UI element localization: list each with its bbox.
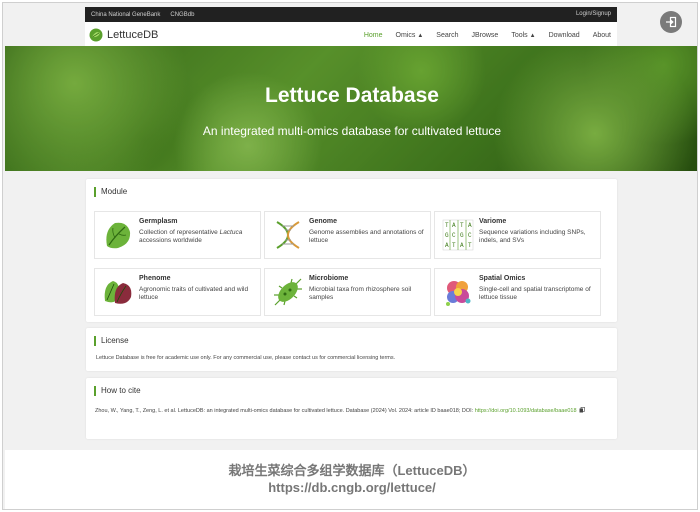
license-heading: License [94,336,129,346]
module-title: Spatial Omics [479,275,526,282]
citation-body: Zhou, W., Yang, T., Zeng, L. et al. Lett… [95,408,475,414]
copy-icon[interactable] [579,407,585,413]
base-letter: A [468,222,472,229]
top-strip: China National GeneBank CNGBdb Login/Sig… [85,7,617,22]
module-spatial-omics[interactable]: Spatial Omics Single-cell and spatial tr… [434,268,601,316]
module-card: Module Germplasm Collection of represent… [86,179,617,322]
module-title: Germplasm [139,218,178,225]
dna-icon [276,221,300,249]
navbar: LettuceDB Home Omics ▲ Search JBrowse To… [85,22,617,48]
module-desc: Sequence variations including SNPs, inde… [479,229,586,244]
main-nav: Home Omics ▲ Search JBrowse Tools ▲ Down… [364,22,611,48]
module-title: Variome [479,218,507,225]
hero-overlay [5,46,697,171]
lettuce-logo-icon [89,28,103,42]
nav-tools[interactable]: Tools ▲ [511,32,535,39]
caption-chinese-title: 栽培生菜综合多组学数据库（LettuceDB） [228,463,476,478]
base-letter: T [452,242,456,249]
module-desc-pre: Collection of representative [139,229,220,236]
page-frame: China National GeneBank CNGBdb Login/Sig… [2,2,698,510]
base-letter: A [445,242,449,249]
nav-tools-label: Tools [511,31,528,39]
sequence-alignment-icon: T A T A G C G C A T A T [442,219,474,251]
module-genome[interactable]: Genome Genome assemblies and annotations… [264,211,431,259]
exit-button[interactable] [660,11,682,33]
link-cngb[interactable]: China National GeneBank [91,12,160,18]
base-letter: G [460,232,464,239]
base-letter: T [468,242,472,249]
module-heading: Module [94,187,127,197]
module-phenome[interactable]: Phenome Agronomic traits of cultivated a… [94,268,261,316]
base-letter: G [445,232,449,239]
lettuce-variety-icon [104,281,132,304]
module-title: Microbiome [309,275,349,282]
base-letter: C [468,232,472,239]
nav-download[interactable]: Download [549,32,580,39]
caption-url: https://db.cngb.org/lettuce/ [268,480,436,495]
lettuce-leaf-icon [106,222,131,249]
exit-icon [666,16,677,28]
module-variome[interactable]: T A T A G C G C A T A T Variome Sequence… [434,211,601,259]
cite-card: How to cite Zhou, W., Yang, T., Zeng, L.… [86,378,617,439]
base-letter: T [460,222,464,229]
brand-name: LettuceDB [107,29,159,41]
citation-text: Zhou, W., Yang, T., Zeng, L. et al. Lett… [95,406,610,416]
base-letter: A [460,242,464,249]
module-title: Phenome [139,275,171,282]
nav-about[interactable]: About [593,32,611,39]
microbe-icon [274,278,302,306]
nav-home[interactable]: Home [364,32,383,39]
module-desc: Agronomic traits of cultivated and wild … [139,286,249,301]
module-desc: Microbial taxa from rhizosphere soil sam… [309,286,412,301]
module-desc-italic: Lactuca [219,229,243,236]
nav-omics-label: Omics [395,31,416,39]
hero-banner: Lettuce Database An integrated multi-omi… [5,46,697,171]
base-letter: C [452,232,456,239]
module-desc: Collection of representative Lactuca acc… [139,229,259,245]
license-card: License Lettuce Database is free for aca… [86,328,617,371]
chevron-up-icon: ▲ [529,32,536,39]
module-title: Genome [309,218,338,225]
caption-panel: 栽培生菜综合多组学数据库（LettuceDB） https://db.cngb.… [5,450,697,509]
nav-omics[interactable]: Omics ▲ [396,32,424,39]
chevron-up-icon: ▲ [417,32,424,39]
license-text: Lettuce Database is free for academic us… [96,355,396,361]
spatial-cluster-icon [446,281,471,306]
cite-heading: How to cite [94,386,141,396]
module-microbiome[interactable]: Microbiome Microbial taxa from rhizosphe… [264,268,431,316]
hero-title: Lettuce Database [265,84,439,107]
module-germplasm[interactable]: Germplasm Collection of representative L… [94,211,261,259]
login-signup-link[interactable]: Login/Signup [576,7,611,22]
nav-search[interactable]: Search [436,32,458,39]
base-letter: T [445,222,449,229]
module-desc: Single-cell and spatial transcriptome of… [479,286,591,301]
doi-link[interactable]: https://doi.org/10.1093/database/baae018 [475,408,577,414]
module-desc-post: accessions worldwide [139,237,202,244]
link-cngbdb[interactable]: CNGBdb [170,12,194,18]
brand-logo[interactable]: LettuceDB [89,27,158,43]
base-letter: A [452,222,456,229]
hero-subtitle: An integrated multi-omics database for c… [202,124,502,138]
top-strip-links: China National GeneBank CNGBdb [91,7,194,22]
module-desc: Genome assemblies and annotations of let… [309,229,424,244]
nav-jbrowse[interactable]: JBrowse [471,32,498,39]
